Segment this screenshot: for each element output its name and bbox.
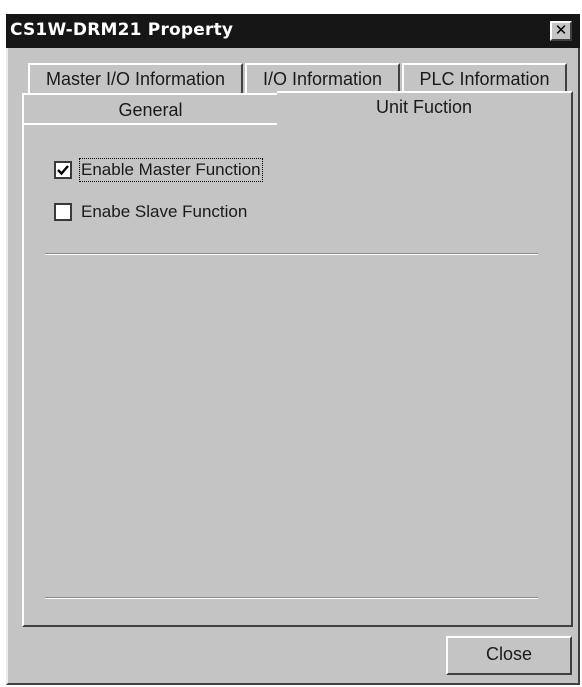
tab-master-io-information[interactable]: Master I/O Information bbox=[28, 63, 243, 93]
enable-slave-function-checkbox[interactable]: Enabe Slave Function bbox=[54, 200, 247, 224]
tab-io-information[interactable]: I/O Information bbox=[245, 63, 400, 93]
close-icon: ✕ bbox=[554, 21, 568, 39]
enable-slave-function-label: Enabe Slave Function bbox=[81, 202, 248, 221]
tab-label: Master I/O Information bbox=[45, 69, 226, 89]
separator-top bbox=[45, 253, 538, 255]
tab-label: I/O Information bbox=[262, 69, 383, 89]
tab-label: Unit Fuction bbox=[375, 97, 473, 117]
title-bar[interactable]: CS1W-DRM21 Property ✕ bbox=[6, 14, 580, 48]
checkmark-icon bbox=[57, 165, 69, 176]
checkbox-box[interactable] bbox=[54, 161, 72, 179]
close-button[interactable]: Close bbox=[446, 636, 572, 675]
tab-unit-fuction[interactable]: Unit Fuction bbox=[277, 91, 573, 129]
tab-plc-information[interactable]: PLC Information bbox=[402, 63, 567, 93]
enable-master-function-label: Enable Master Function bbox=[79, 158, 263, 182]
separator-bottom bbox=[45, 597, 538, 599]
checkbox-box[interactable] bbox=[54, 203, 72, 221]
tab-general[interactable]: General bbox=[22, 93, 279, 125]
tab-label: PLC Information bbox=[419, 69, 550, 89]
enable-master-function-checkbox[interactable]: Enable Master Function bbox=[54, 158, 263, 182]
close-window-button[interactable]: ✕ bbox=[550, 21, 572, 41]
tab-label: General bbox=[118, 100, 183, 120]
window-title: CS1W-DRM21 Property bbox=[10, 20, 234, 40]
